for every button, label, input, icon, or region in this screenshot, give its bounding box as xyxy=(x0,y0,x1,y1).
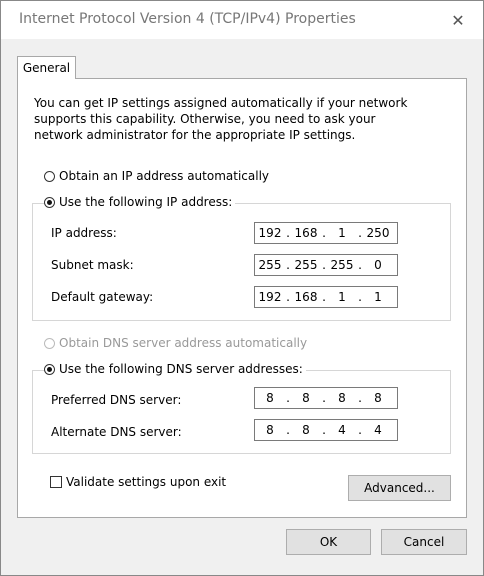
subnet-mask-octet-2: 255 xyxy=(294,258,318,272)
radio-label-obtain-dns-auto: Obtain DNS server address automatically xyxy=(59,336,308,350)
radio-row-obtain-dns-auto: Obtain DNS server address automatically xyxy=(44,336,307,350)
preferred-dns-octet-2: 8 xyxy=(302,391,310,405)
default-gateway-octet-3: 1 xyxy=(338,290,346,304)
radio-use-following-ip[interactable] xyxy=(44,196,55,208)
radio-obtain-ip-auto[interactable] xyxy=(44,170,55,182)
radio-row-obtain-ip-auto[interactable]: Obtain an IP address automatically xyxy=(44,169,269,183)
ip-address-label: IP address: xyxy=(51,226,117,240)
alternate-dns-octet-1: 8 xyxy=(266,423,274,437)
preferred-dns-octet-4: 8 xyxy=(374,391,382,405)
dns-settings-group: Preferred DNS server: 8. 8. 8. 8 Alterna… xyxy=(32,370,451,454)
radio-row-use-following-ip[interactable]: Use the following IP address: xyxy=(44,195,236,209)
radio-label-obtain-ip-auto: Obtain an IP address automatically xyxy=(59,169,270,183)
advanced-button[interactable]: Advanced... xyxy=(348,475,451,501)
preferred-dns-octet-1: 8 xyxy=(266,391,274,405)
description-text: You can get IP settings assigned automat… xyxy=(34,96,408,142)
alternate-dns-label: Alternate DNS server: xyxy=(51,425,182,439)
default-gateway-label: Default gateway: xyxy=(51,290,154,304)
default-gateway-field[interactable]: 192. 168. 1. 1 xyxy=(254,286,398,308)
tab-general[interactable]: General xyxy=(17,56,76,79)
preferred-dns-label: Preferred DNS server: xyxy=(51,393,182,407)
radio-label-use-following-dns: Use the following DNS server addresses: xyxy=(59,362,303,376)
radio-obtain-dns-auto xyxy=(44,337,55,349)
ip-address-octet-3: 1 xyxy=(338,226,346,240)
subnet-mask-label: Subnet mask: xyxy=(51,258,134,272)
subnet-mask-octet-3: 255 xyxy=(330,258,354,272)
alternate-dns-octet-3: 4 xyxy=(338,423,346,437)
alternate-dns-octet-2: 8 xyxy=(302,423,310,437)
window-title: Internet Protocol Version 4 (TCP/IPv4) P… xyxy=(19,11,356,27)
ip-address-octet-4: 250 xyxy=(366,226,390,240)
preferred-dns-octet-3: 8 xyxy=(338,391,346,405)
alternate-dns-octet-4: 4 xyxy=(374,423,382,437)
ip-settings-group: IP address: 192. 168. 1. 250 Subnet mask… xyxy=(32,203,451,321)
subnet-mask-octet-4: 0 xyxy=(374,258,382,272)
validate-settings-checkbox[interactable] xyxy=(50,476,62,488)
ok-button[interactable]: OK xyxy=(286,529,371,555)
subnet-mask-octet-1: 255 xyxy=(258,258,282,272)
ip-address-field[interactable]: 192. 168. 1. 250 xyxy=(254,222,398,244)
default-gateway-octet-2: 168 xyxy=(294,290,318,304)
cancel-button[interactable]: Cancel xyxy=(381,529,467,555)
general-panel: You can get IP settings assigned automat… xyxy=(17,78,467,518)
dialog-window: Internet Protocol Version 4 (TCP/IPv4) P… xyxy=(0,0,484,576)
ip-address-octet-2: 168 xyxy=(294,226,318,240)
title-bar[interactable]: Internet Protocol Version 4 (TCP/IPv4) P… xyxy=(1,1,483,39)
tab-strip: General xyxy=(1,39,483,79)
radio-row-use-following-dns[interactable]: Use the following DNS server addresses: xyxy=(44,362,306,376)
validate-settings-label: Validate settings upon exit xyxy=(66,475,227,489)
validate-settings-row[interactable]: Validate settings upon exit xyxy=(50,475,226,489)
radio-label-use-following-ip: Use the following IP address: xyxy=(59,195,233,209)
alternate-dns-field[interactable]: 8. 8. 4. 4 xyxy=(254,419,398,441)
default-gateway-octet-4: 1 xyxy=(374,290,382,304)
subnet-mask-field[interactable]: 255. 255. 255. 0 xyxy=(254,254,398,276)
preferred-dns-field[interactable]: 8. 8. 8. 8 xyxy=(254,387,398,409)
close-icon[interactable]: ✕ xyxy=(443,7,473,33)
ip-address-octet-1: 192 xyxy=(258,226,282,240)
radio-use-following-dns[interactable] xyxy=(44,363,55,375)
default-gateway-octet-1: 192 xyxy=(258,290,282,304)
